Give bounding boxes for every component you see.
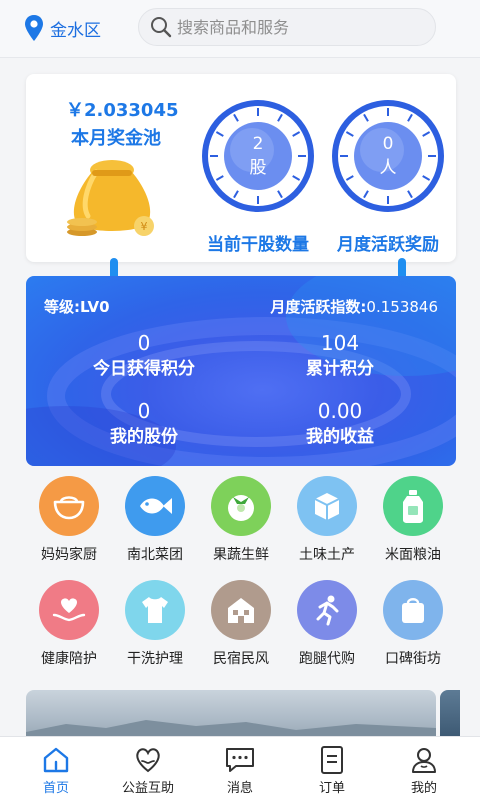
shares-caption: 当前干股数量 — [207, 235, 309, 255]
category-label: 南北菜团 — [127, 547, 183, 563]
today-points-value: 0 — [137, 331, 151, 355]
active-index-value: 0.153846 — [366, 298, 438, 316]
category-label: 果蔬生鲜 — [213, 547, 269, 563]
location-pin-icon — [25, 15, 43, 41]
heart-hand-icon — [52, 598, 86, 622]
category-item[interactable]: 南北菜团 — [112, 476, 198, 564]
category-item[interactable]: 米面粮油 — [370, 476, 456, 564]
tab-orders[interactable]: 订单 — [284, 743, 380, 796]
top-bar: 金水区 — [0, 0, 480, 58]
category-item[interactable]: 干洗护理 — [112, 580, 198, 668]
category-label: 土味土产 — [299, 547, 355, 563]
fish-icon — [140, 498, 172, 514]
my-shares-label: 我的股份 — [110, 427, 178, 447]
category-label: 口碑街坊 — [385, 651, 441, 667]
category-label: 米面粮油 — [385, 547, 441, 563]
location-label: 金水区 — [50, 20, 101, 41]
tab-messages[interactable]: 消息 — [192, 743, 288, 796]
shirt-icon — [142, 597, 168, 623]
today-points-label: 今日获得积分 — [93, 359, 195, 379]
tab-label: 消息 — [226, 781, 253, 796]
category-label: 民宿民风 — [213, 651, 269, 667]
category-item[interactable]: 健康陪护 — [26, 580, 112, 668]
bag-icon — [402, 598, 424, 623]
house-icon — [228, 598, 254, 623]
order-icon — [321, 746, 343, 774]
bottom-tab-bar: 首页 公益互助 消息 订单 我的 — [0, 736, 480, 800]
total-points[interactable]: 104 累计积分 — [250, 330, 430, 382]
oil-bottle-icon — [403, 490, 423, 523]
runner-icon — [316, 595, 339, 626]
total-points-label: 累计积分 — [306, 359, 374, 379]
active-index: 月度活跃指数:0.153846 — [270, 296, 438, 317]
user-icon — [412, 748, 436, 773]
active-caption: 月度活跃奖励 — [337, 235, 439, 255]
category-item[interactable]: 果蔬生鲜 — [198, 476, 284, 564]
my-shares-value: 0 — [137, 399, 151, 423]
active-index-label: 月度活跃指数: — [270, 298, 367, 316]
active-unit: 人 — [379, 158, 397, 178]
my-income-value: 0.00 — [317, 399, 363, 423]
search-box[interactable] — [138, 8, 436, 46]
search-icon — [151, 17, 172, 38]
today-points[interactable]: 0 今日获得积分 — [54, 330, 234, 382]
shares-value: 2 — [252, 134, 264, 154]
bonus-pool-label: 本月奖金池 — [71, 128, 161, 149]
message-icon — [226, 748, 254, 772]
my-income[interactable]: 0.00 我的收益 — [250, 398, 430, 450]
reward-stats-card: ￥2.033045 本月奖金池 ¥ 2 股 0 人 当前干股数量 月度活跃奖励 — [26, 74, 456, 262]
bonus-pool-amount: ￥2.033045 — [66, 100, 179, 121]
shares-dial[interactable]: 2 股 — [200, 98, 316, 214]
bowl-icon — [53, 496, 85, 520]
money-bag-icon: ¥ — [67, 160, 154, 236]
active-users-dial[interactable]: 0 人 — [330, 98, 446, 214]
tab-label: 首页 — [42, 781, 69, 796]
my-shares[interactable]: 0 我的股份 — [54, 398, 234, 450]
svg-text:¥: ¥ — [141, 220, 148, 233]
tab-charity[interactable]: 公益互助 — [100, 743, 196, 796]
tab-profile[interactable]: 我的 — [376, 743, 472, 796]
category-item[interactable]: 妈妈家厨 — [26, 476, 112, 564]
tab-label: 订单 — [318, 781, 345, 796]
total-points-value: 104 — [320, 331, 360, 355]
level-label: 等级:LV0 — [44, 298, 110, 316]
category-label: 干洗护理 — [127, 651, 183, 667]
category-label: 跑腿代购 — [299, 651, 355, 667]
shares-unit: 股 — [249, 158, 267, 178]
search-input[interactable] — [177, 17, 417, 37]
category-label: 健康陪护 — [41, 651, 97, 667]
tab-label: 我的 — [410, 781, 437, 796]
my-income-label: 我的收益 — [306, 427, 374, 447]
tomato-icon — [228, 495, 254, 521]
category-item[interactable]: 民宿民风 — [198, 580, 284, 668]
tab-label: 公益互助 — [121, 781, 174, 796]
points-panel: 等级:LV0 月度活跃指数:0.153846 0 今日获得积分 104 累计积分… — [26, 276, 456, 466]
app-screen: 金水区 ￥2.033045 本月奖金池 ¥ — [0, 0, 480, 800]
home-icon — [43, 747, 69, 773]
category-item[interactable]: 跑腿代购 — [284, 580, 370, 668]
tab-home[interactable]: 首页 — [8, 743, 104, 796]
category-item[interactable]: 口碑街坊 — [370, 580, 456, 668]
charity-heart-icon — [136, 748, 160, 773]
category-label: 妈妈家厨 — [41, 547, 97, 563]
box-icon — [314, 493, 340, 520]
location-selector[interactable]: 金水区 — [24, 14, 101, 42]
active-value: 0 — [382, 134, 394, 154]
category-item[interactable]: 土味土产 — [284, 476, 370, 564]
